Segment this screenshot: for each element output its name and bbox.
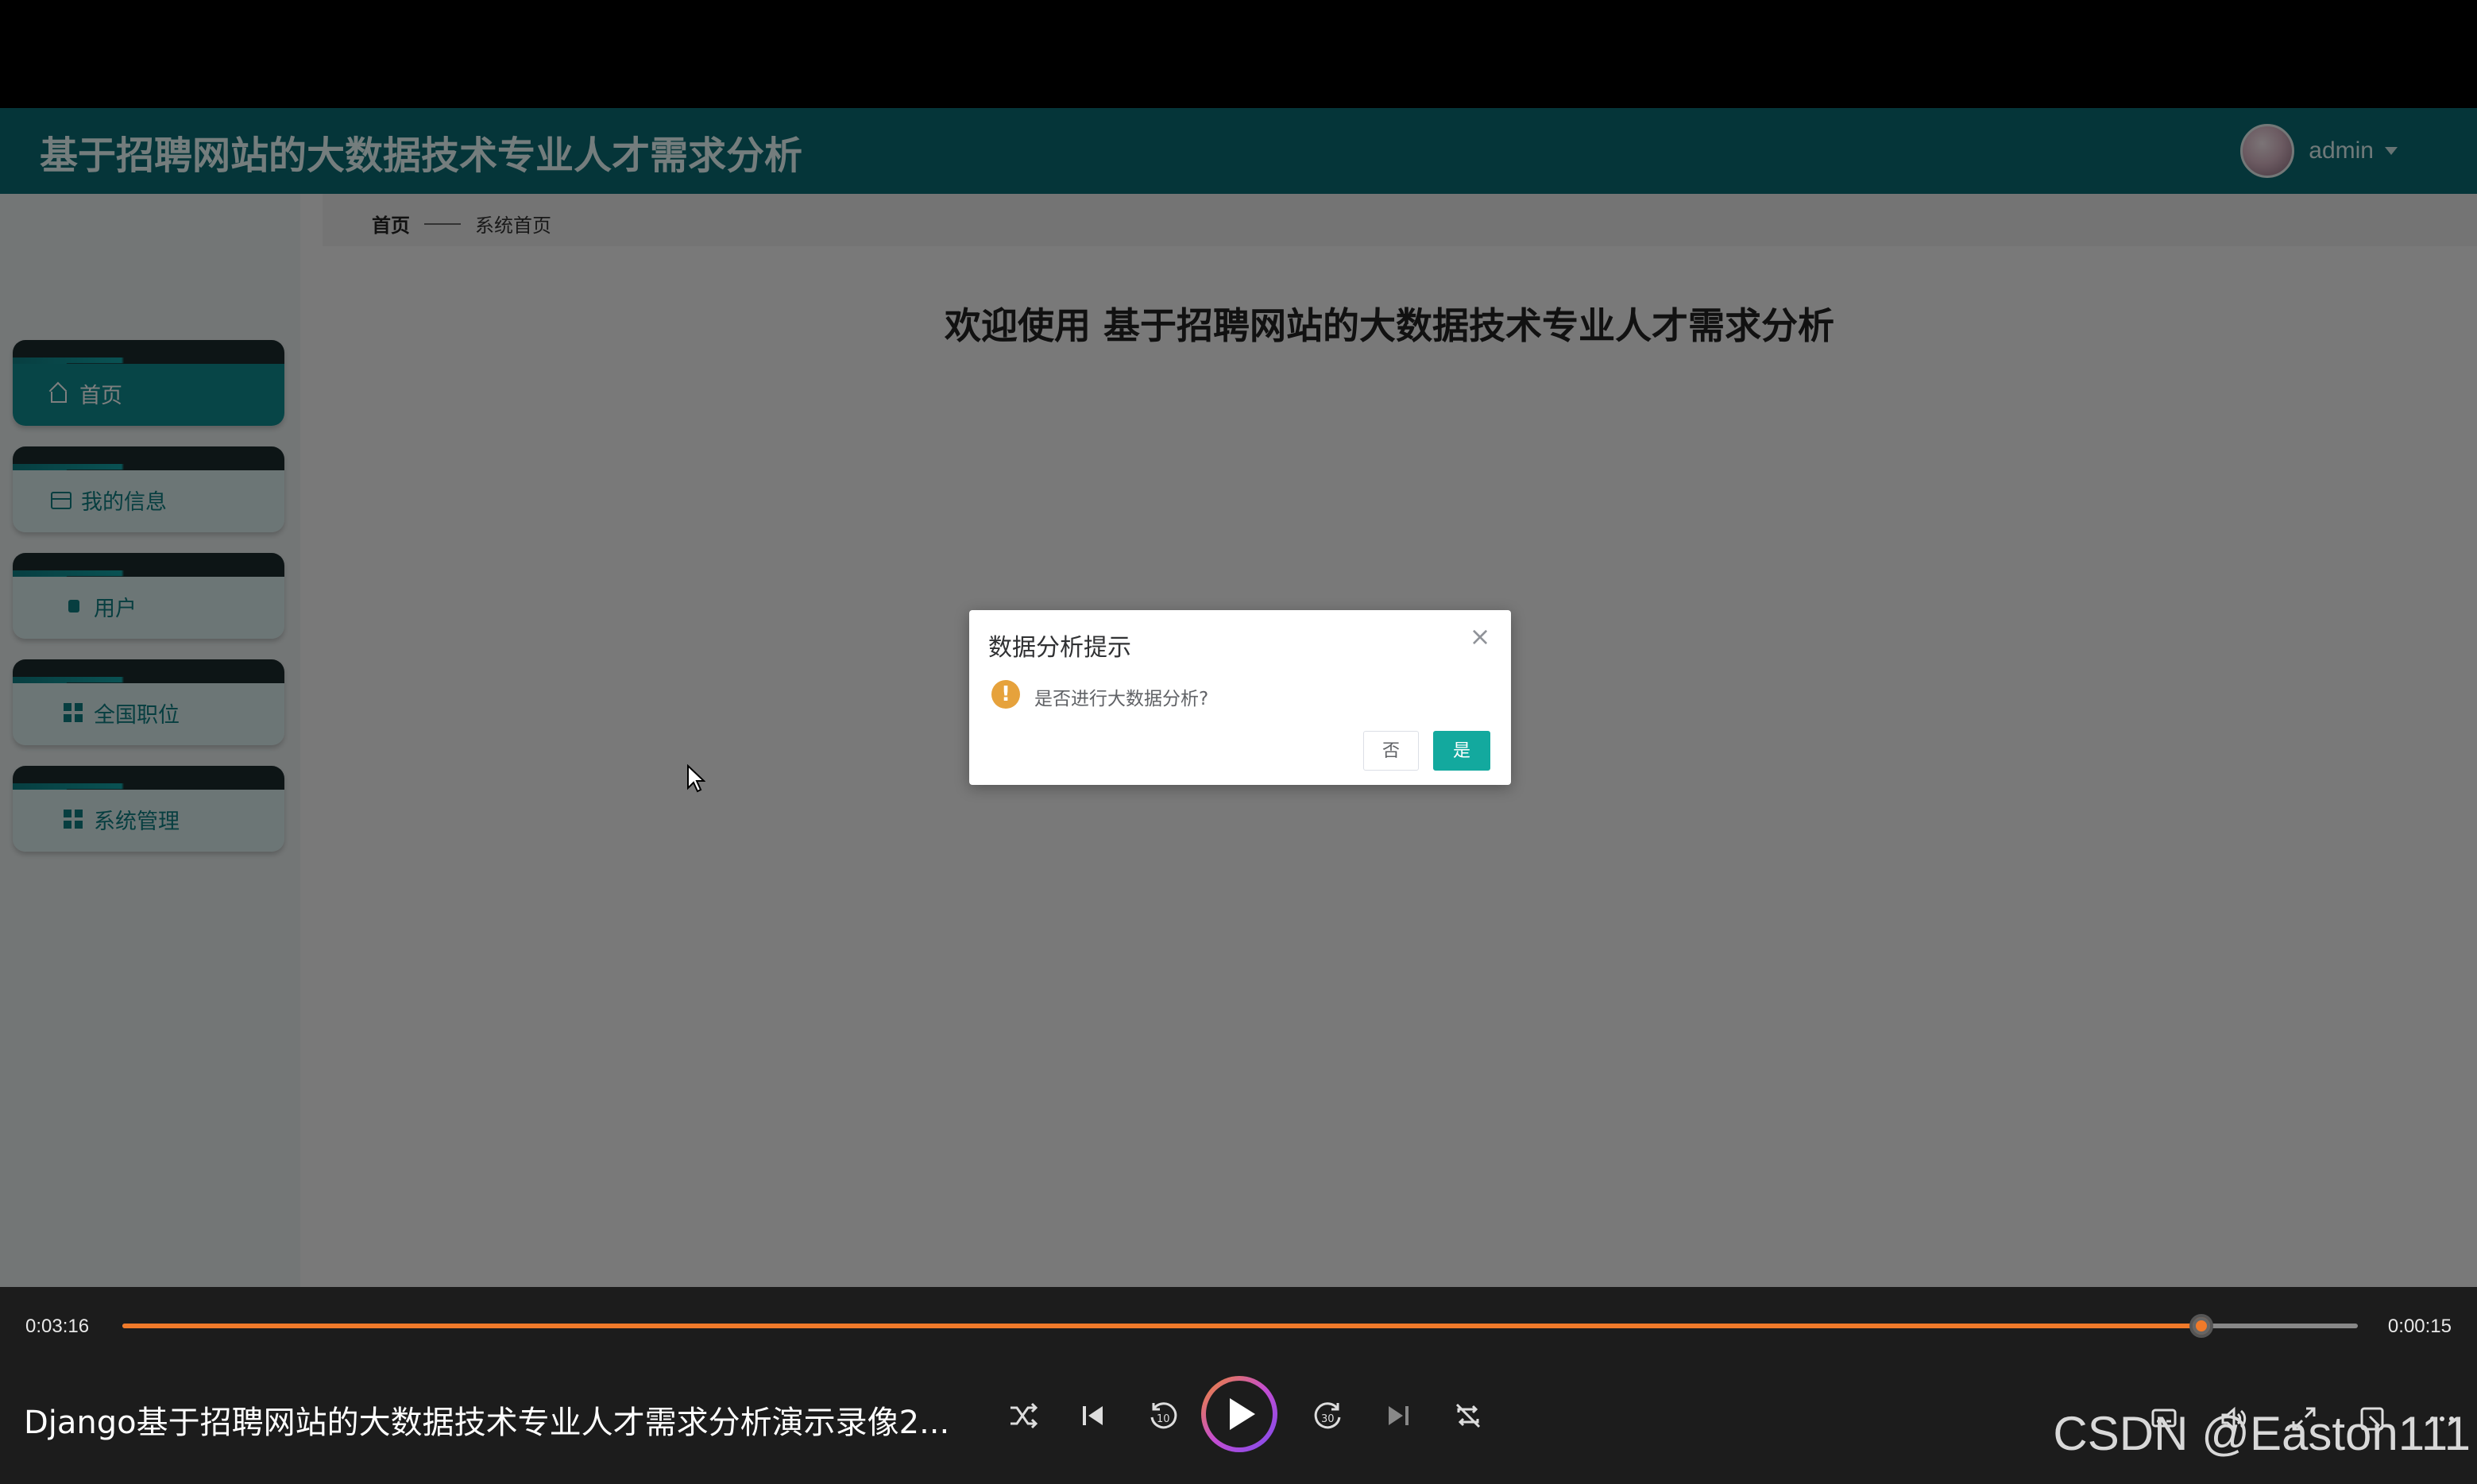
repeat-off-icon[interactable] xyxy=(1449,1397,1487,1435)
video-player-controls: 0:03:16 0:00:15 Django基于招聘网站的大数据技术专业人才需求… xyxy=(0,1287,2477,1484)
shuffle-icon[interactable] xyxy=(1004,1397,1042,1435)
app-screen: 基于招聘网站的大数据技术专业人才需求分析 admin 首页 我的信息 xyxy=(0,108,2477,1287)
svg-text:30: 30 xyxy=(1321,1413,1335,1425)
watermark: CSDN @Easton111 xyxy=(2053,1407,2471,1460)
seek-bar-fill xyxy=(122,1324,2202,1328)
dialog-message: 是否进行大数据分析? xyxy=(1034,689,1209,709)
confirm-dialog: 数据分析提示 × ! 是否进行大数据分析? 否 是 xyxy=(969,610,1511,785)
play-icon xyxy=(1230,1398,1255,1430)
rewind-10-icon[interactable]: 10 xyxy=(1144,1397,1182,1435)
play-button[interactable] xyxy=(1201,1376,1277,1452)
seek-bar[interactable] xyxy=(122,1314,2358,1338)
next-icon[interactable] xyxy=(1379,1397,1417,1435)
close-icon[interactable]: × xyxy=(1468,624,1492,649)
video-title: Django基于招聘网站的大数据技术专业人才需求分析演示录像2... xyxy=(24,1405,950,1441)
remaining-time: 0:00:15 xyxy=(2387,1316,2452,1337)
warning-icon: ! xyxy=(991,680,1020,709)
confirm-button[interactable]: 是 xyxy=(1433,731,1490,771)
elapsed-time: 0:03:16 xyxy=(25,1316,90,1337)
forward-30-icon[interactable]: 30 xyxy=(1309,1397,1347,1435)
previous-icon[interactable] xyxy=(1074,1397,1112,1435)
cancel-button[interactable]: 否 xyxy=(1363,731,1419,771)
dialog-title: 数据分析提示 xyxy=(988,634,1131,662)
seek-thumb[interactable] xyxy=(2189,1314,2214,1338)
svg-text:10: 10 xyxy=(1157,1413,1170,1425)
